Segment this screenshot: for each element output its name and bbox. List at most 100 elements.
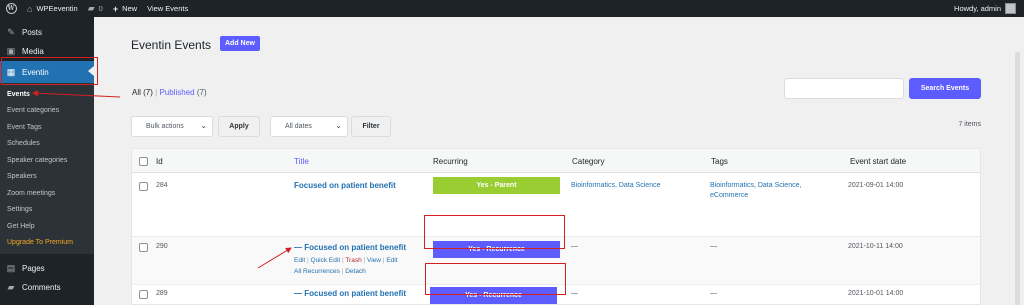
row-id: 290: [156, 243, 168, 250]
site-name-link[interactable]: ⌂ WPEeventin: [22, 0, 83, 17]
row-start-date: 2021-10-01 14:00: [848, 290, 904, 297]
col-tags: Tags: [711, 157, 728, 166]
recurring-badge: Yes - Parent: [433, 177, 560, 194]
submenu-schedules[interactable]: Schedules: [0, 136, 94, 153]
bulk-actions-value: Bulk actions: [146, 123, 184, 130]
plus-icon: +: [112, 3, 119, 14]
row-tags-link[interactable]: Bioinformatics, Data Science,: [710, 182, 801, 189]
comment-icon: ▰: [87, 3, 95, 13]
submenu-upgrade[interactable]: Upgrade To Premium: [0, 235, 94, 252]
row-actions: Edit | Quick Edit | Trash | View | Edit: [294, 257, 398, 264]
row-checkbox[interactable]: [139, 290, 148, 299]
home-icon: ⌂: [27, 3, 33, 14]
scrollbar[interactable]: [1015, 52, 1020, 305]
menu-label: Posts: [22, 28, 43, 37]
view-published-link[interactable]: Published: [159, 88, 194, 97]
comments-count: 0: [98, 4, 103, 13]
row-start-date: 2021-09-01 14:00: [848, 182, 904, 189]
chevron-down-icon: ⌄: [335, 121, 342, 130]
col-recurring: Recurring: [433, 157, 468, 166]
trash-link[interactable]: Trash: [345, 257, 361, 264]
submenu-speaker-categories[interactable]: Speaker categories: [0, 152, 94, 169]
col-category: Category: [572, 157, 605, 166]
site-name: WPEeventin: [36, 4, 78, 13]
row-title-link[interactable]: — Focused on patient benefit: [294, 243, 406, 252]
page-icon: ▤: [6, 263, 16, 273]
admin-bar: W ⌂ WPEeventin ▰ 0 + New View Events How…: [0, 0, 1024, 17]
menu-label: Pages: [22, 264, 45, 273]
view-events-label: View Events: [147, 4, 189, 13]
avatar: [1005, 3, 1016, 14]
submenu-speakers[interactable]: Speakers: [0, 169, 94, 186]
search-events-button[interactable]: Search Events: [909, 78, 981, 99]
media-icon: ▣: [6, 46, 16, 56]
row-tags-link[interactable]: eCommerce: [710, 192, 748, 199]
row-category-link[interactable]: Bioinformatics, Data Science: [571, 182, 660, 189]
date-filter-value: All dates: [285, 123, 312, 130]
menu-pages[interactable]: ▤ Pages: [0, 259, 94, 278]
submenu-settings[interactable]: Settings: [0, 202, 94, 219]
edit-link[interactable]: Edit: [294, 257, 305, 264]
menu-comments[interactable]: ▰ Comments: [0, 278, 94, 297]
row-category: —: [571, 243, 578, 250]
filter-button[interactable]: Filter: [351, 116, 391, 137]
row-id: 289: [156, 290, 168, 297]
highlight-box: [1, 57, 98, 85]
row-id: 284: [156, 182, 168, 189]
new-content-link[interactable]: + New: [108, 0, 142, 17]
search-input[interactable]: [784, 78, 904, 99]
comment-icon: ▰: [7, 282, 15, 292]
scrollbar-track: [1010, 17, 1024, 305]
published-count: (7): [196, 88, 207, 97]
pushpin-icon: ✎: [7, 27, 15, 37]
comments-link[interactable]: ▰ 0: [83, 0, 108, 17]
main-content: Eventin Events Add New All (7) | Publish…: [94, 17, 1024, 305]
menu-label: Media: [22, 47, 44, 56]
new-label: New: [122, 4, 138, 13]
menu-posts[interactable]: ✎ Posts: [0, 23, 94, 42]
account-menu[interactable]: Howdy, admin: [954, 0, 1016, 17]
howdy-text: Howdy, admin: [954, 4, 1001, 13]
submenu-events[interactable]: Events: [0, 86, 94, 103]
row-tags: —: [710, 243, 717, 250]
col-start-date: Event start date: [850, 157, 907, 166]
items-count: 7 items: [958, 121, 981, 128]
row-title-link[interactable]: — Focused on patient benefit: [294, 289, 406, 298]
table-row: 284 Focused on patient benefit Yes - Par…: [132, 173, 980, 219]
wordpress-logo-button[interactable]: W: [0, 0, 22, 17]
status-views: All (7) | Published (7): [132, 88, 207, 97]
row-category: —: [571, 290, 578, 297]
highlight-box: [425, 263, 566, 295]
col-title[interactable]: Title: [294, 157, 309, 166]
select-all-checkbox[interactable]: [139, 157, 148, 166]
view-link[interactable]: View: [367, 257, 381, 264]
submenu-event-tags[interactable]: Event Tags: [0, 119, 94, 136]
edit-series-link[interactable]: Edit: [386, 257, 397, 264]
submenu-get-help[interactable]: Get Help: [0, 218, 94, 235]
bulk-actions-select[interactable]: Bulk actions ⌄: [131, 116, 213, 137]
view-events-link[interactable]: View Events: [142, 0, 193, 17]
eventin-submenu: Events Event categories Event Tags Sched…: [0, 83, 94, 254]
row-checkbox[interactable]: [139, 243, 148, 252]
wordpress-icon: W: [5, 3, 17, 14]
col-id[interactable]: Id: [156, 157, 163, 166]
page-title: Eventin Events: [131, 38, 212, 52]
row-title-link[interactable]: Focused on patient benefit: [294, 181, 396, 190]
add-new-button[interactable]: Add New: [220, 36, 260, 51]
table-header: Id Title Recurring Category Tags Event s…: [132, 149, 980, 173]
date-filter-select[interactable]: All dates ⌄: [270, 116, 348, 137]
submenu-zoom-meetings[interactable]: Zoom meetings: [0, 185, 94, 202]
menu-label: Comments: [22, 283, 61, 292]
apply-button[interactable]: Apply: [218, 116, 260, 137]
chevron-down-icon: ⌄: [200, 121, 207, 130]
view-all-link[interactable]: All (7): [132, 88, 153, 97]
row-actions-2: All Recurrences | Detach: [294, 268, 366, 275]
detach-link[interactable]: Detach: [345, 268, 366, 275]
quick-edit-link[interactable]: Quick Edit: [311, 257, 341, 264]
row-start-date: 2021-10-11 14:00: [848, 243, 903, 250]
submenu-event-categories[interactable]: Event categories: [0, 103, 94, 120]
row-checkbox[interactable]: [139, 182, 148, 191]
all-recurrences-link[interactable]: All Recurrences: [294, 268, 340, 275]
highlight-box: [424, 215, 565, 249]
row-tags: —: [710, 290, 717, 297]
